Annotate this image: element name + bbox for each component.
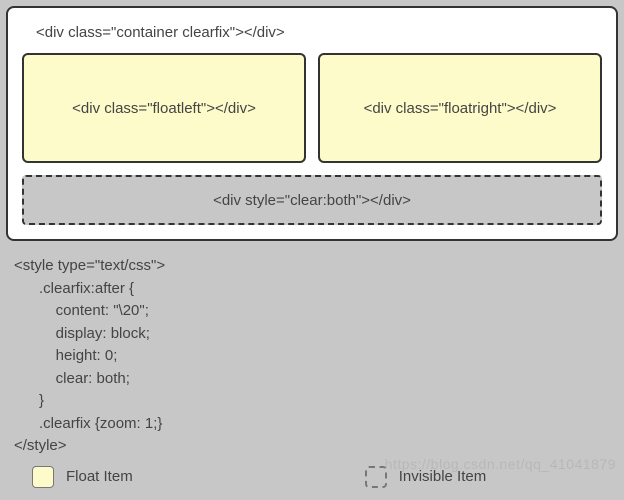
css-code-block: <style type="text/css"> .clearfix:after … xyxy=(14,255,618,458)
clear-both-box: <div style="clear:both"></div> xyxy=(22,175,602,225)
legend-row: Float Item Invisible Item xyxy=(32,466,618,488)
invisible-swatch-icon xyxy=(365,466,387,488)
container-box: <div class="container clearfix"></div> <… xyxy=(6,6,618,241)
legend-invisible-label: Invisible Item xyxy=(399,468,487,485)
float-swatch-icon xyxy=(32,466,54,488)
legend-float-label: Float Item xyxy=(66,468,133,485)
container-label: <div class="container clearfix"></div> xyxy=(22,20,602,53)
float-right-box: <div class="floatright"></div> xyxy=(318,53,602,163)
float-row: <div class="floatleft"></div> <div class… xyxy=(22,53,602,163)
float-left-box: <div class="floatleft"></div> xyxy=(22,53,306,163)
